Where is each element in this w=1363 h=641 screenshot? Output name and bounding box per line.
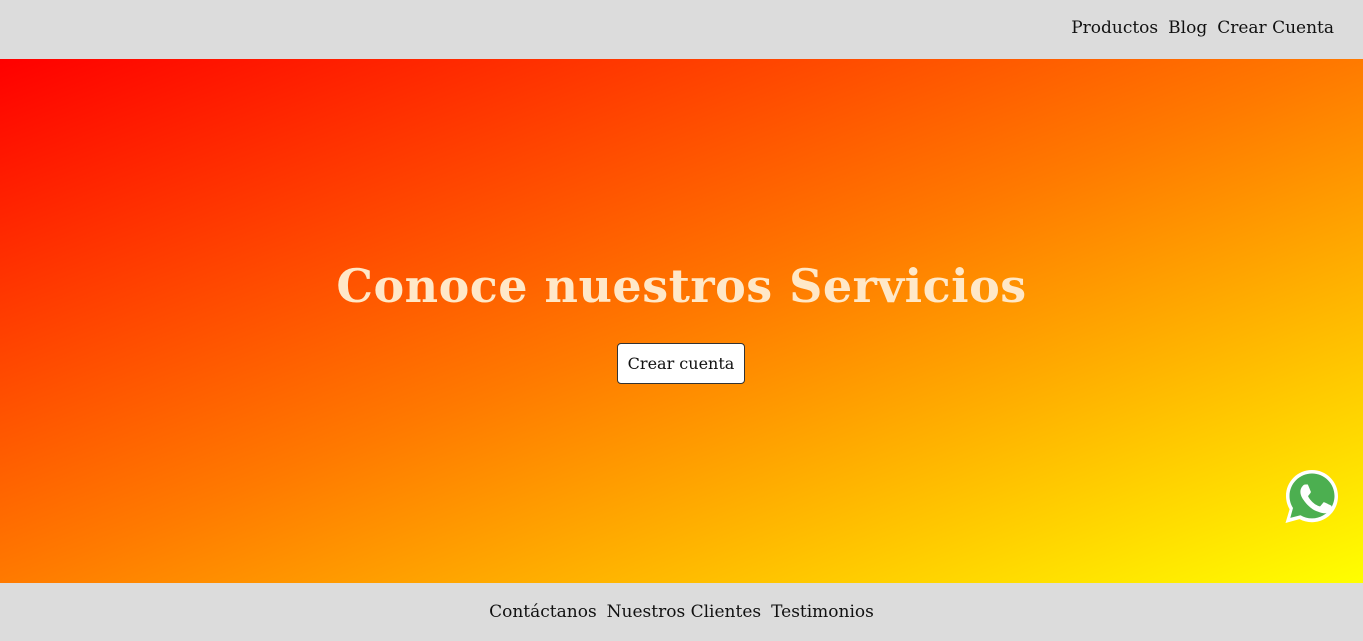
- footer-link-nuestros-clientes[interactable]: Nuestros Clientes: [607, 602, 761, 622]
- create-account-button[interactable]: Crear cuenta: [617, 343, 745, 384]
- hero-title: Conoce nuestros Servicios: [336, 259, 1027, 313]
- nav-link-productos[interactable]: Productos: [1071, 18, 1158, 38]
- footer-link-contactanos[interactable]: Contáctanos: [489, 602, 597, 622]
- footer-link-testimonios[interactable]: Testimonios: [771, 602, 874, 622]
- whatsapp-button[interactable]: [1283, 467, 1341, 525]
- nav-link-crear-cuenta[interactable]: Crear Cuenta: [1217, 18, 1334, 38]
- footer: Contáctanos Nuestros Clientes Testimonio…: [0, 583, 1363, 641]
- nav-link-blog[interactable]: Blog: [1168, 18, 1207, 38]
- footer-nav: Contáctanos Nuestros Clientes Testimonio…: [0, 602, 1363, 622]
- whatsapp-icon: [1285, 470, 1338, 523]
- top-nav: Productos Blog Crear Cuenta: [1071, 18, 1334, 38]
- top-navbar: Productos Blog Crear Cuenta: [0, 0, 1363, 59]
- hero-section: Conoce nuestros Servicios Crear cuenta: [0, 59, 1363, 583]
